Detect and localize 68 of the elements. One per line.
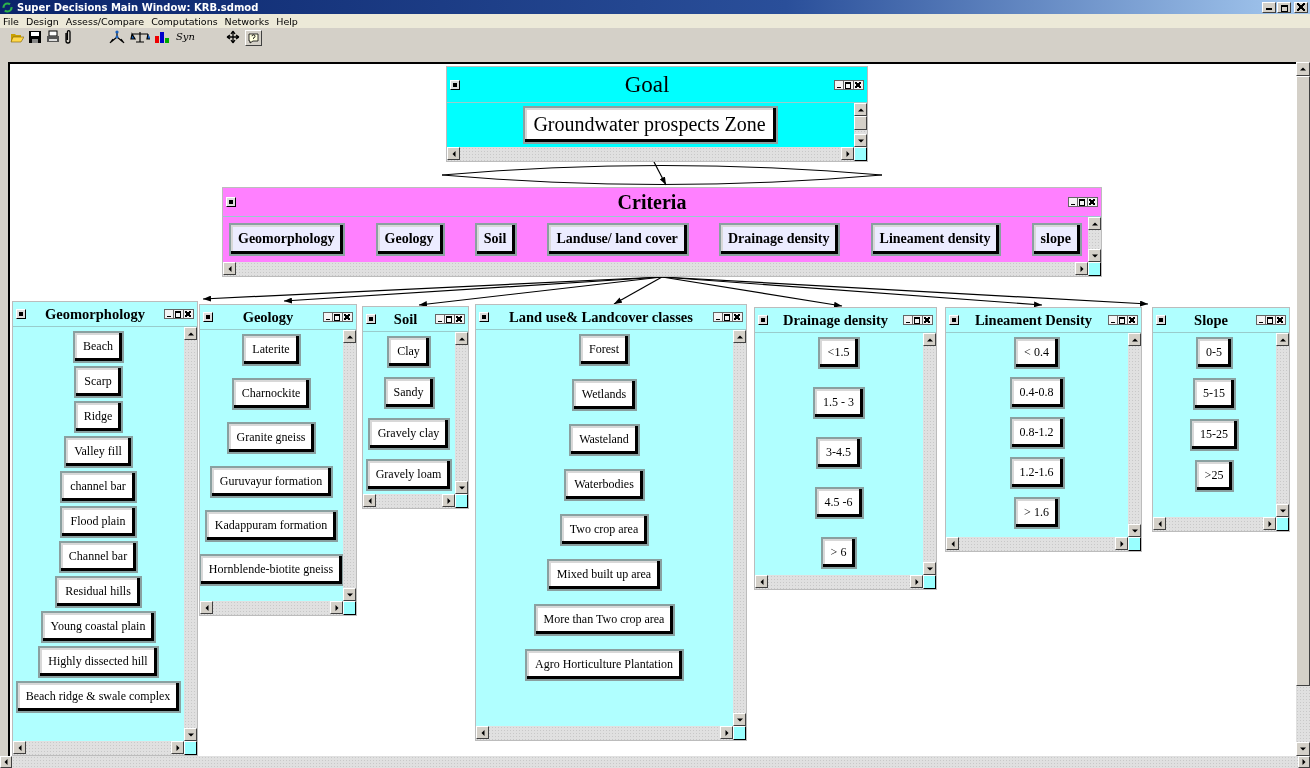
node-button[interactable]: Beach xyxy=(73,331,124,363)
node-button[interactable]: Soil xyxy=(474,223,518,256)
node-button[interactable]: Groundwater prospects Zone xyxy=(523,106,778,144)
node-button[interactable]: 1.5 - 3 xyxy=(813,387,865,419)
node-button[interactable]: <1.5 xyxy=(817,337,861,369)
node-button[interactable]: Granite gneiss xyxy=(226,422,317,454)
node-button[interactable]: 5-15 xyxy=(1193,378,1236,410)
node-button[interactable]: Agro Horticulture Plantation xyxy=(525,649,684,681)
node-button[interactable]: Clay xyxy=(387,336,431,368)
cluster-title: Criteria xyxy=(616,190,688,214)
node-button[interactable]: Residual hills xyxy=(55,576,142,608)
menu-item[interactable]: Help xyxy=(276,15,298,27)
node-button[interactable]: Guruvayur formation xyxy=(209,466,334,498)
cluster-title: Lineament Density xyxy=(973,311,1094,329)
menu-item[interactable]: Design xyxy=(25,15,59,27)
node-button[interactable]: Flood plain xyxy=(60,506,137,538)
cluster-title: Drainage density xyxy=(781,311,890,329)
node-button[interactable]: Mixed built up area xyxy=(546,559,663,591)
menu-item[interactable]: Assess/Compare xyxy=(65,15,145,27)
node-button[interactable]: Geomorphology xyxy=(229,223,346,256)
node-button[interactable]: Scarp xyxy=(74,366,123,398)
node-button[interactable]: Landuse/ land cover xyxy=(547,223,689,256)
node-button[interactable]: Valley fill xyxy=(64,436,133,468)
node-button[interactable]: > 1.6 xyxy=(1014,497,1060,529)
cluster-title: Slope xyxy=(1193,311,1229,329)
node-button[interactable]: Laterite xyxy=(242,334,301,366)
node-button[interactable]: Sandy xyxy=(383,377,435,409)
node-button[interactable]: Kadappuram formation xyxy=(204,510,339,542)
synthesis-button[interactable]: Syn xyxy=(174,30,197,43)
node-button[interactable]: 15-25 xyxy=(1190,419,1239,451)
node-button[interactable]: Geology xyxy=(375,223,445,256)
menu-item[interactable]: Computations xyxy=(151,15,218,27)
node-button[interactable]: Drainage density xyxy=(718,223,841,256)
node-button[interactable]: channel bar xyxy=(60,471,137,503)
node-button[interactable]: < 0.4 xyxy=(1014,337,1060,369)
node-button[interactable]: More than Two crop area xyxy=(533,604,676,636)
node-button[interactable]: Wetlands xyxy=(571,379,638,411)
node-button[interactable]: Waterbodies xyxy=(564,469,645,501)
node-button[interactable]: Channel bar xyxy=(58,541,139,573)
node-button[interactable]: 3-4.5 xyxy=(816,437,862,469)
node-button[interactable]: >25 xyxy=(1194,460,1235,492)
node-button[interactable]: Wasteland xyxy=(569,424,640,456)
menu-item[interactable]: Networks xyxy=(224,15,270,27)
window-title: Super Decisions Main Window: KRB.sdmod xyxy=(17,1,260,13)
node-button[interactable]: 1.2-1.6 xyxy=(1009,457,1065,489)
node-button[interactable]: 4.5 -6 xyxy=(814,487,864,519)
node-button[interactable]: 0.8-1.2 xyxy=(1009,417,1065,449)
node-button[interactable]: Beach ridge & swale complex xyxy=(15,681,182,713)
cluster-title: Goal xyxy=(623,71,671,98)
cluster-title: Land use& Landcover classes xyxy=(508,308,694,326)
node-button[interactable]: 0-5 xyxy=(1196,337,1233,369)
node-button[interactable]: Hornblende-biotite gneiss xyxy=(200,554,343,586)
node-button[interactable]: Charnockite xyxy=(231,378,312,410)
node-button[interactable]: Gravely clay xyxy=(367,418,451,450)
node-button[interactable]: 0.4-0.8 xyxy=(1009,377,1065,409)
node-button[interactable]: Lineament density xyxy=(870,223,1002,256)
node-button[interactable]: Gravely loam xyxy=(365,459,453,491)
node-button[interactable]: Highly dissected hill xyxy=(38,646,159,678)
node-button[interactable]: Young coastal plain xyxy=(40,611,157,643)
node-button[interactable]: Ridge xyxy=(73,401,124,433)
menu-item[interactable]: File xyxy=(3,15,19,27)
cluster-title: Geomorphology xyxy=(44,305,146,323)
node-button[interactable]: > 6 xyxy=(820,537,858,569)
cluster-title: Geology xyxy=(241,308,295,326)
node-button[interactable]: Two crop area xyxy=(559,514,650,546)
node-button[interactable]: Forest xyxy=(579,334,630,366)
node-button[interactable]: slope xyxy=(1031,223,1082,256)
cluster-title: Soil xyxy=(392,310,419,328)
